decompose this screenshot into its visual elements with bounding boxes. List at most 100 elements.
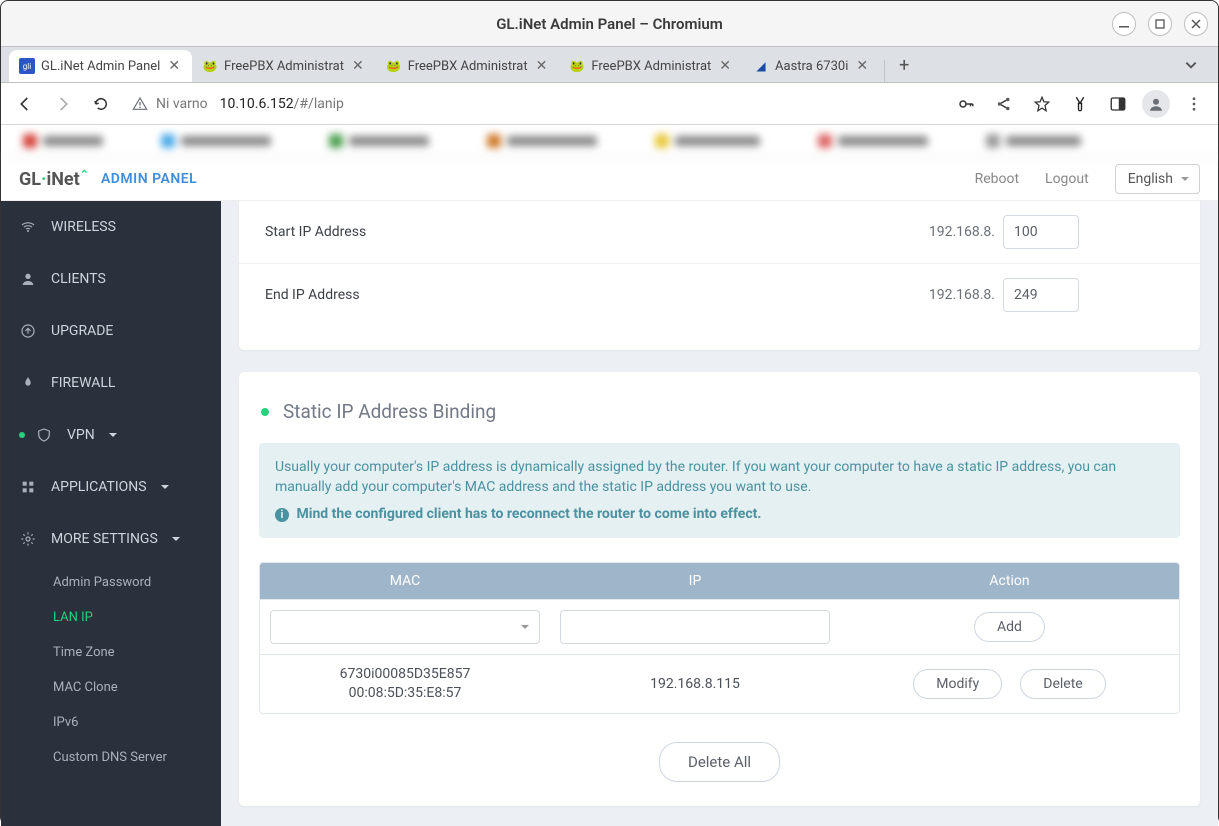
favicon-icon: gli [19,58,35,74]
dhcp-panel: Start IP Address 192.168.8. End IP Addre… [239,201,1200,350]
browser-tab[interactable]: ◢ Aastra 6730i ✕ [743,50,880,82]
security-label: Ni varno [156,96,208,112]
sidebar-sub-lan-ip[interactable]: LAN IP [1,600,221,635]
sidebar-item-upgrade[interactable]: UPGRADE [1,305,221,357]
tabs-overflow-button[interactable] [1172,51,1210,82]
logout-link[interactable]: Logout [1045,171,1089,187]
info-icon: i [275,508,289,522]
ip-prefix: 192.168.8. [685,224,995,240]
sidebar-sub-time-zone[interactable]: Time Zone [1,635,221,670]
brand-sublabel: ADMIN PANEL [101,171,197,187]
bookmarks-bar [1,125,1218,157]
tab-title: FreePBX Administrat [591,59,711,74]
chevron-down-icon [172,537,180,545]
static-ip-table: MAC IP Action Add 6730i00085D35E857 00:0… [259,562,1180,714]
static-ip-panel: Static IP Address Binding Usually your c… [239,372,1200,806]
grid-icon [19,479,37,495]
minimize-button[interactable] [1112,12,1136,36]
upgrade-icon [19,323,37,339]
modify-button[interactable]: Modify [913,669,1002,699]
delete-button[interactable]: Delete [1020,669,1105,699]
close-icon[interactable]: ✕ [534,58,550,74]
sidebar-label: MORE SETTINGS [51,531,158,547]
browser-tab[interactable]: 🐸 FreePBX Administrat ✕ [376,50,560,82]
browser-tab[interactable]: gli GL.iNet Admin Panel ✕ [9,50,192,82]
shield-icon [35,427,53,443]
bookmark-star-icon[interactable] [1028,90,1056,118]
sidebar-sub-mac-clone[interactable]: MAC Clone [1,670,221,705]
address-bar[interactable]: Ni varno 10.10.6.152/#/lanip [125,91,942,117]
end-ip-input[interactable] [1003,278,1079,312]
form-row-start-ip: Start IP Address 192.168.8. [239,201,1200,263]
sidebar-item-wireless[interactable]: WIRELESS [1,201,221,253]
add-button[interactable]: Add [974,612,1045,642]
forward-button[interactable] [49,90,77,118]
new-tab-button[interactable]: + [889,49,919,82]
url-path: /#/lanip [294,96,344,112]
table-row: 6730i00085D35E857 00:08:5D:35:E8:57 192.… [260,654,1179,713]
client-mac: 00:08:5D:35:E8:57 [270,684,540,703]
favicon-icon: ◢ [753,58,769,74]
sidebar-sub-custom-dns[interactable]: Custom DNS Server [1,740,221,775]
sidebar-label: CLIENTS [51,271,106,287]
info-text-1: Usually your computer's IP address is dy… [275,457,1164,498]
table-input-row: Add [260,599,1179,654]
menu-kebab-icon[interactable] [1180,90,1208,118]
language-select[interactable]: English [1115,164,1200,194]
col-mac-header: MAC [260,563,550,599]
insecure-icon [132,96,148,112]
status-dot-icon [261,408,269,416]
browser-tab[interactable]: 🐸 FreePBX Administrat ✕ [192,50,376,82]
person-icon [19,271,37,287]
content-area: Start IP Address 192.168.8. End IP Addre… [221,201,1218,826]
sidebar-item-firewall[interactable]: FIREWALL [1,357,221,409]
close-button[interactable] [1184,12,1208,36]
close-icon[interactable]: ✕ [854,58,870,74]
start-ip-input[interactable] [1003,215,1079,249]
url-host: 10.10.6.152 [220,96,294,112]
chevron-down-icon [109,433,117,441]
close-icon[interactable]: ✕ [166,58,182,74]
sidebar-label: FIREWALL [51,375,115,391]
tab-title: GL.iNet Admin Panel [41,59,160,74]
password-key-icon[interactable] [952,90,980,118]
table-header: MAC IP Action [260,563,1179,599]
share-icon[interactable] [990,90,1018,118]
sidebar-item-applications[interactable]: APPLICATIONS [1,461,221,513]
end-ip-label: End IP Address [265,287,685,303]
maximize-button[interactable] [1148,12,1172,36]
favicon-icon: 🐸 [386,58,402,74]
browser-tabstrip: gli GL.iNet Admin Panel ✕ 🐸 FreePBX Admi… [1,47,1218,83]
tab-title: Aastra 6730i [775,59,848,74]
gear-icon [19,531,37,547]
window-title: GL.iNet Admin Panel – Chromium [496,15,723,33]
back-button[interactable] [11,90,39,118]
col-ip-header: IP [550,563,840,599]
sidebar-label: UPGRADE [51,323,113,339]
browser-tab[interactable]: 🐸 FreePBX Administrat ✕ [559,50,743,82]
panel-title-text: Static IP Address Binding [283,400,496,423]
firewall-icon [19,375,37,391]
mac-select[interactable] [270,610,540,644]
close-icon[interactable]: ✕ [717,58,733,74]
tab-title: FreePBX Administrat [408,59,528,74]
sidebar-sub-ipv6[interactable]: IPv6 [1,705,221,740]
reload-button[interactable] [87,90,115,118]
client-name: 6730i00085D35E857 [270,665,540,684]
extension-icon[interactable] [1066,90,1094,118]
language-value: English [1128,171,1173,187]
ip-prefix: 192.168.8. [685,287,995,303]
sidebar-item-more-settings[interactable]: MORE SETTINGS [1,513,221,565]
delete-all-button[interactable]: Delete All [659,742,780,782]
sidebar-item-vpn[interactable]: VPN [1,409,221,461]
wifi-icon [19,219,37,235]
favicon-icon: 🐸 [202,58,218,74]
side-panel-icon[interactable] [1104,90,1132,118]
sidebar-sub-admin-password[interactable]: Admin Password [1,565,221,600]
reboot-link[interactable]: Reboot [975,171,1019,187]
sidebar: WIRELESS CLIENTS UPGRADE FIREWALL VPN AP… [1,201,221,826]
close-icon[interactable]: ✕ [350,58,366,74]
sidebar-item-clients[interactable]: CLIENTS [1,253,221,305]
profile-avatar-icon[interactable] [1142,90,1170,118]
ip-input[interactable] [560,610,830,644]
